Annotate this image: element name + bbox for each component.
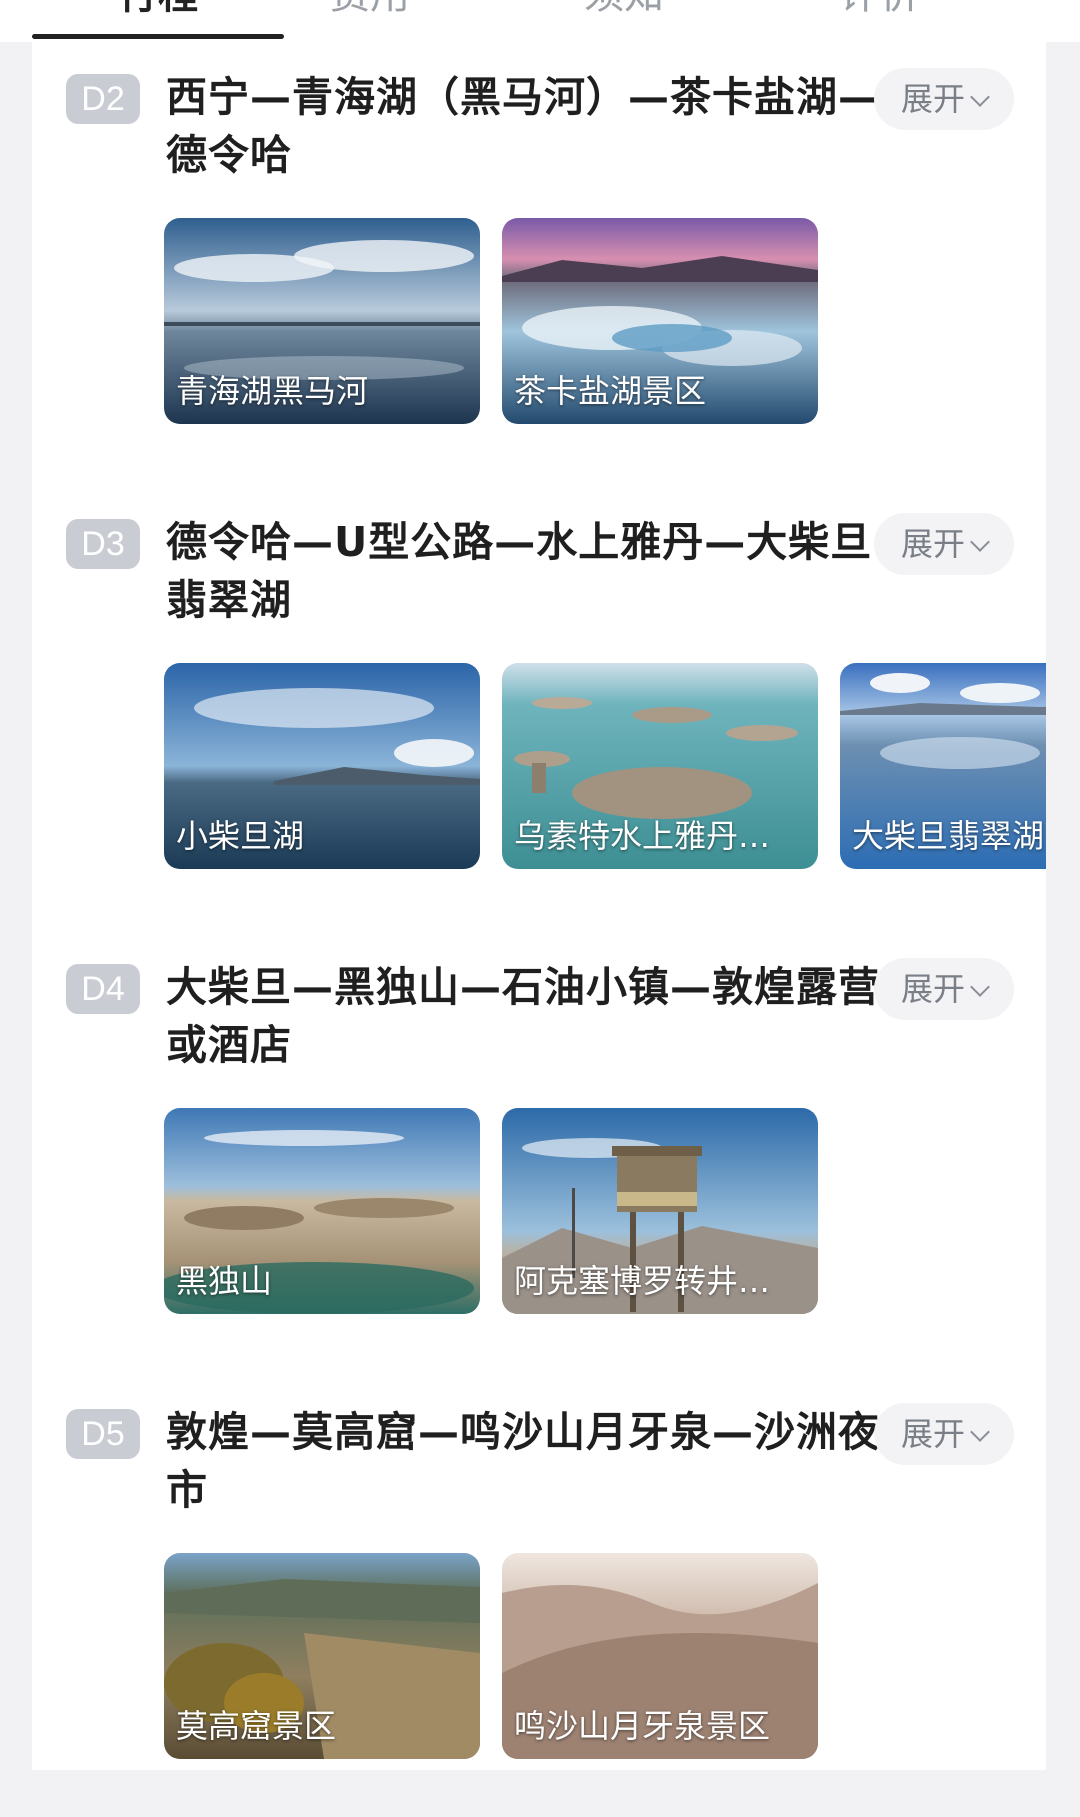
active-tab-indicator	[32, 34, 284, 39]
chevron-down-icon	[970, 532, 990, 552]
expand-label: 展开	[900, 525, 965, 563]
day-route-title: 敦煌—莫高窟—鸣沙山月牙泉—沙洲夜市	[166, 1408, 880, 1514]
photo-label: 大柴旦翡翠湖	[852, 817, 1045, 855]
day-section-d3: D3 德令哈—U型公路—水上雅丹—大柴旦翡翠湖 展开 小柴旦湖 乌素特水上雅丹……	[32, 487, 1046, 927]
photo-strip[interactable]: 小柴旦湖 乌素特水上雅丹… 大柴旦翡翠湖	[164, 663, 1046, 873]
photo-label: 阿克塞博罗转井…	[514, 1262, 771, 1300]
chevron-down-icon	[970, 1422, 990, 1442]
photo-label: 茶卡盐湖景区	[514, 372, 707, 410]
tab-cost[interactable]: 费用	[270, 0, 470, 20]
expand-button[interactable]: 展开	[874, 68, 1014, 130]
photo-label: 青海湖黑马河	[176, 372, 369, 410]
photo-card[interactable]: 茶卡盐湖景区	[502, 218, 818, 424]
photo-strip[interactable]: 黑独山 阿克塞博罗转井…	[164, 1108, 1046, 1318]
expand-button[interactable]: 展开	[874, 513, 1014, 575]
photo-strip[interactable]: 青海湖黑马河 茶卡盐湖景区	[164, 218, 1046, 428]
day-badge: D2	[66, 74, 140, 124]
photo-card[interactable]: 黑独山	[164, 1108, 480, 1314]
photo-label: 乌素特水上雅丹…	[514, 817, 771, 855]
photo-label: 小柴旦湖	[176, 817, 305, 855]
photo-card[interactable]: 乌素特水上雅丹…	[502, 663, 818, 869]
itinerary-card: D2 西宁—青海湖（黑马河）—茶卡盐湖—德令哈 展开 青海湖黑马河 茶卡盐湖景区…	[32, 42, 1046, 1770]
tab-itinerary[interactable]: 行程	[58, 0, 258, 20]
photo-card[interactable]: 小柴旦湖	[164, 663, 480, 869]
day-badge: D3	[66, 519, 140, 569]
day-section-d4: D4 大柴旦—黑独山—石油小镇—敦煌露营或酒店 展开 黑独山 阿克塞博罗转井…	[32, 932, 1046, 1372]
expand-label: 展开	[900, 80, 965, 118]
chevron-down-icon	[970, 977, 990, 997]
day-route-title: 西宁—青海湖（黑马河）—茶卡盐湖—德令哈	[166, 73, 880, 179]
expand-button[interactable]: 展开	[874, 1403, 1014, 1465]
photo-label: 莫高窟景区	[176, 1707, 337, 1745]
expand-label: 展开	[900, 970, 965, 1008]
photo-strip[interactable]: 莫高窟景区 鸣沙山月牙泉景区	[164, 1553, 1046, 1763]
tab-reviews[interactable]: 评价	[780, 0, 980, 20]
photo-card[interactable]: 大柴旦翡翠湖	[840, 663, 1046, 869]
photo-card[interactable]: 莫高窟景区	[164, 1553, 480, 1759]
day-route-title: 大柴旦—黑独山—石油小镇—敦煌露营或酒店	[166, 963, 880, 1069]
photo-card[interactable]: 青海湖黑马河	[164, 218, 480, 424]
day-section-d2: D2 西宁—青海湖（黑马河）—茶卡盐湖—德令哈 展开 青海湖黑马河 茶卡盐湖景区	[32, 42, 1046, 482]
expand-button[interactable]: 展开	[874, 958, 1014, 1020]
expand-label: 展开	[900, 1415, 965, 1453]
day-route-title: 德令哈—U型公路—水上雅丹—大柴旦翡翠湖	[166, 518, 873, 624]
day-badge: D5	[66, 1409, 140, 1459]
day-section-d5: D5 敦煌—莫高窟—鸣沙山月牙泉—沙洲夜市 展开 莫高窟景区 鸣沙山月牙泉景区	[32, 1377, 1046, 1817]
photo-label: 鸣沙山月牙泉景区	[514, 1707, 771, 1745]
day-badge: D4	[66, 964, 140, 1014]
chevron-down-icon	[970, 87, 990, 107]
photo-card[interactable]: 鸣沙山月牙泉景区	[502, 1553, 818, 1759]
photo-card[interactable]: 阿克塞博罗转井…	[502, 1108, 818, 1314]
tab-bar: 行程 费用 须知 评价	[0, 0, 1080, 42]
photo-label: 黑独山	[176, 1262, 273, 1300]
tab-notes[interactable]: 须知	[524, 0, 724, 20]
